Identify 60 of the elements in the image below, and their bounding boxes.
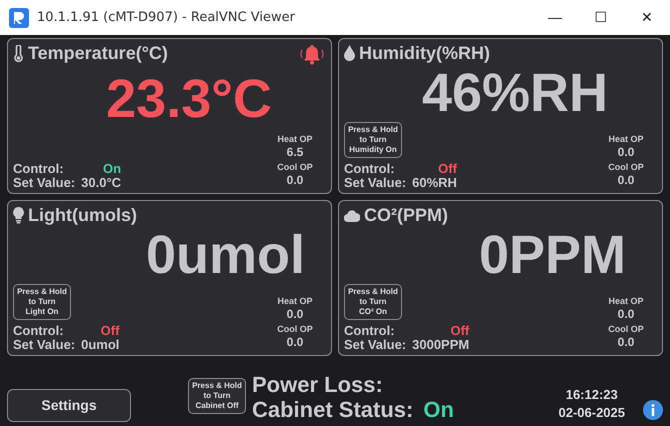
control-status: Off <box>437 162 457 176</box>
heat-op-label: Heat OP <box>277 296 312 307</box>
control-label: Control: <box>13 324 65 338</box>
heat-op-value: 0.0 <box>618 145 634 159</box>
panel-title: Temperature(°C) <box>28 42 168 64</box>
heat-op-label: Heat OP <box>608 296 644 307</box>
minimize-button[interactable]: — <box>532 0 578 35</box>
cool-op-value: 0.0 <box>286 335 304 349</box>
cool-op-value: 0.0 <box>618 173 634 187</box>
control-label: Control: <box>344 162 396 176</box>
sensor-reading: 0umol <box>146 228 305 282</box>
control-label: Control: <box>344 324 396 338</box>
set-value-label: Set Value: <box>344 176 406 190</box>
droplet-icon <box>344 45 355 61</box>
set-value: 60%RH <box>412 176 457 190</box>
heat-op-value: 0.0 <box>286 307 304 321</box>
window-title: 10.1.1.91 (cMT-D907) - RealVNC Viewer <box>37 8 296 27</box>
heat-op-value: 6.5 <box>286 145 304 159</box>
set-value-label: Set Value: <box>344 338 406 352</box>
control-status: Off <box>449 324 470 338</box>
set-value-label: Set Value: <box>13 338 76 352</box>
control-status: On <box>102 162 122 176</box>
cool-op-label: Cool OP <box>608 162 644 173</box>
sensor-reading: 0PPM <box>478 228 626 282</box>
set-value: 0umol <box>81 338 120 352</box>
close-button[interactable]: ✕ <box>624 0 670 35</box>
settings-button[interactable]: Settings <box>7 389 131 422</box>
control-label: Control: <box>13 162 65 176</box>
cool-op-value: 0.0 <box>618 335 634 349</box>
cabinet-status-label: Cabinet Status: <box>252 397 414 422</box>
press-hold-button[interactable]: Press & Hold to Turn Light On <box>13 284 71 320</box>
heat-op-value: 0.0 <box>618 307 634 321</box>
cool-op-label: Cool OP <box>608 324 644 335</box>
heat-op-label: Heat OP <box>608 134 644 145</box>
set-value-label: Set Value: <box>13 176 76 190</box>
clock-date: 02-06-2025 <box>558 404 625 422</box>
thermometer-icon <box>13 44 24 62</box>
sensor-reading: 23.3°C <box>106 72 272 126</box>
app-logo-icon <box>9 8 29 28</box>
heat-op-label: Heat OP <box>277 134 312 145</box>
panel-title: Humidity(%RH) <box>359 42 490 64</box>
panel-title: Light(umols) <box>28 204 137 226</box>
info-icon[interactable] <box>643 400 663 420</box>
cloud-icon <box>344 208 360 222</box>
cool-op-label: Cool OP <box>277 162 313 173</box>
set-value: 3000PPM <box>412 338 470 352</box>
press-hold-button[interactable]: Press & Hold to Turn CO² On <box>344 284 402 320</box>
cabinet-status: On <box>423 397 454 422</box>
cool-op-label: Cool OP <box>277 324 313 335</box>
panel-title: CO²(PPM) <box>364 204 448 226</box>
maximize-button[interactable]: ☐ <box>578 0 624 35</box>
clock-time: 16:12:23 <box>564 386 619 404</box>
press-hold-button[interactable]: Press & Hold to Turn Cabinet Off <box>188 378 246 414</box>
set-value: 30.0°C <box>81 176 122 190</box>
control-status: Off <box>100 324 120 338</box>
cool-op-value: 0.0 <box>286 173 304 187</box>
light-bulb-icon <box>13 206 24 224</box>
power-loss-label: Power Loss: <box>252 372 384 397</box>
press-hold-button[interactable]: Press & Hold to Turn Humidity On <box>344 122 402 158</box>
sensor-reading: 46%RH <box>422 66 608 120</box>
